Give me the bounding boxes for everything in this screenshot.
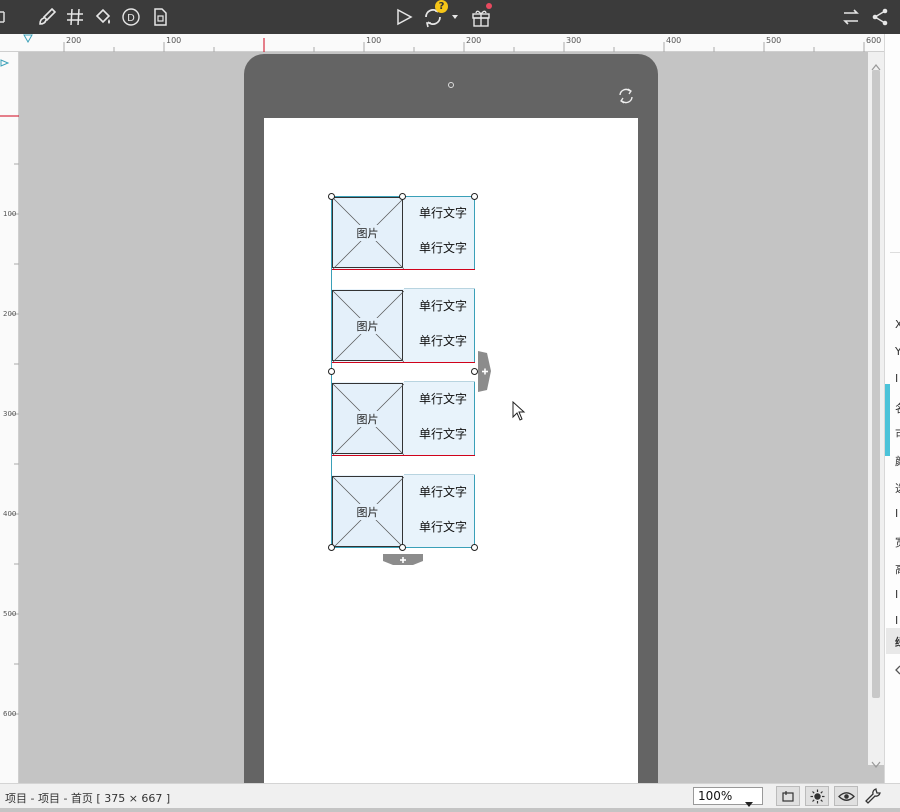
panel-label: 选 [895, 480, 900, 496]
sync-badge: ? [435, 0, 448, 13]
text-line[interactable]: 单行文字 [419, 518, 467, 535]
text-line[interactable]: 单行文字 [419, 239, 467, 256]
panel-label: X [895, 318, 900, 331]
eye-icon[interactable] [834, 786, 858, 806]
text-line[interactable]: 单行文字 [419, 332, 467, 349]
scroll-up-icon[interactable] [871, 56, 881, 71]
ruler-label: 300 [566, 36, 582, 45]
brush-icon[interactable] [36, 4, 58, 30]
ruler-label: 100 [366, 36, 382, 45]
grid-icon[interactable] [64, 4, 86, 30]
panel-label: I [895, 507, 899, 520]
row-divider [404, 381, 475, 382]
resize-handle[interactable] [471, 193, 478, 200]
device-camera [448, 82, 454, 88]
text-line[interactable]: 单行文字 [419, 204, 467, 221]
text-line[interactable]: 单行文字 [419, 425, 467, 442]
panel-label: 可 [895, 426, 900, 442]
scroll-thumb[interactable] [872, 70, 880, 698]
text-line[interactable]: 单行文字 [419, 297, 467, 314]
ruler-label: 400 [666, 36, 682, 45]
chevron-down-icon[interactable] [450, 4, 460, 30]
row-gap [332, 270, 475, 289]
svg-text:D: D [127, 13, 135, 24]
page-icon[interactable] [149, 4, 171, 30]
resize-handle[interactable] [328, 544, 335, 551]
ruler-top: 200 100 100 200 300 400 500 600 [0, 34, 884, 52]
ruler-label: 200 [3, 310, 17, 318]
chevron-down-icon[interactable] [744, 793, 754, 807]
paint-bucket-icon[interactable] [92, 4, 114, 30]
resize-handle[interactable] [471, 368, 478, 375]
panel-label: 颜 [895, 453, 900, 469]
ruler-label: 200 [466, 36, 482, 45]
panel-tab[interactable]: 绿 [895, 634, 900, 650]
add-row-button[interactable] [383, 551, 423, 565]
row-divider [404, 288, 475, 289]
ruler-label: 500 [3, 610, 17, 618]
collapse-icon[interactable] [0, 4, 8, 30]
share-icon[interactable] [869, 4, 891, 30]
text-line[interactable]: 单行文字 [419, 483, 467, 500]
panel-label: I [895, 372, 899, 385]
image-placeholder[interactable]: 图片 [332, 476, 404, 548]
image-placeholder[interactable]: 图片 [332, 383, 404, 455]
add-column-button[interactable] [478, 351, 492, 392]
panel-label: 宽 [895, 534, 900, 550]
row-gap [332, 456, 475, 475]
ruler-label: 500 [766, 36, 782, 45]
ruler-left: 100 200 300 400 500 600 [0, 52, 19, 783]
sun-icon[interactable] [805, 786, 829, 806]
image-label: 图片 [354, 224, 381, 241]
panel-label: Y [895, 345, 900, 358]
resize-handle[interactable] [471, 544, 478, 551]
inspector-panel: X Y I 名 可 颜 选 I 宽 高 I I 绿 [884, 34, 900, 783]
text-line[interactable]: 单行文字 [419, 390, 467, 407]
ruler-label: 600 [866, 36, 882, 45]
panel-label: I [895, 614, 899, 627]
d-circle-icon[interactable]: D [120, 4, 142, 30]
resize-handle[interactable] [399, 544, 406, 551]
panel-label: I [895, 588, 899, 601]
zoom-select[interactable]: 100% [693, 787, 763, 807]
panel-label: 高 [895, 561, 900, 577]
image-label: 图片 [354, 410, 381, 427]
ruler-label: 600 [3, 710, 17, 718]
swap-icon[interactable] [840, 4, 862, 30]
play-icon[interactable] [393, 4, 415, 30]
wrench-icon[interactable] [864, 787, 884, 805]
ruler-label: 300 [3, 410, 17, 418]
panel-collapse-tab[interactable] [885, 384, 890, 456]
page-breadcrumb: 项目 - 项目 - 首页 [ 375 × 667 ] [5, 792, 171, 805]
chevron-left-icon[interactable] [894, 660, 900, 675]
resize-handle[interactable] [328, 193, 335, 200]
zoom-value: 100% [698, 789, 733, 803]
resize-handle[interactable] [328, 368, 335, 375]
row-gap [332, 363, 475, 382]
notification-dot [486, 3, 492, 9]
resize-handle[interactable] [399, 193, 406, 200]
vertical-scrollbar[interactable] [868, 52, 884, 768]
ruler-label: 100 [3, 210, 17, 218]
top-toolbar: D ? [0, 0, 900, 34]
image-placeholder[interactable]: 图片 [332, 197, 404, 269]
row-divider [404, 474, 475, 475]
panel-label: 名 [895, 400, 900, 416]
rotate-icon[interactable] [617, 87, 635, 105]
scroll-down-icon[interactable] [871, 754, 881, 768]
status-bar: 项目 - 项目 - 首页 [ 375 × 667 ] 100% [0, 783, 900, 808]
mouse-cursor [512, 400, 526, 421]
fit-screen-button[interactable] [776, 786, 800, 806]
panel-divider [890, 252, 900, 253]
ruler-label: 200 [66, 36, 82, 45]
image-label: 图片 [354, 503, 381, 520]
image-placeholder[interactable]: 图片 [332, 290, 404, 362]
ruler-label: 100 [166, 36, 182, 45]
ruler-label: 400 [3, 510, 17, 518]
image-label: 图片 [354, 317, 381, 334]
